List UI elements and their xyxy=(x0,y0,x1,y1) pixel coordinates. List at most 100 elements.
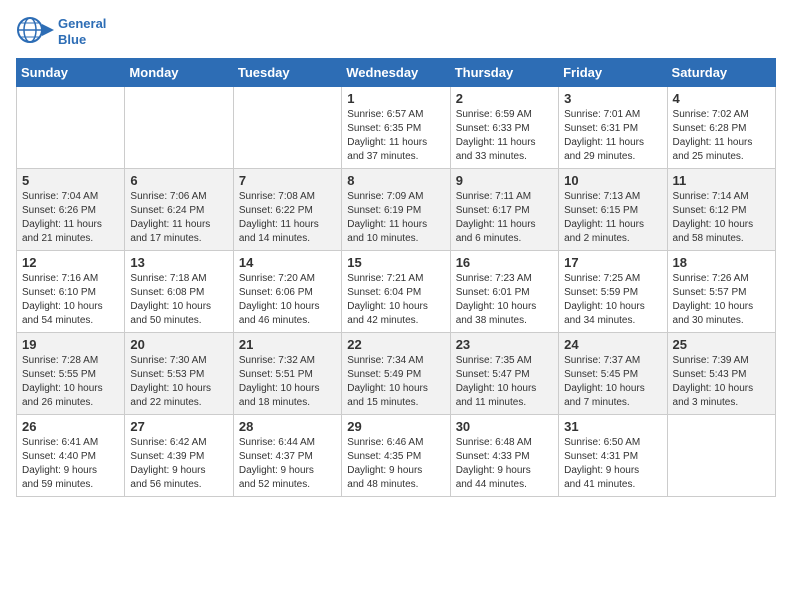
cell-daylight-info: Sunrise: 7:25 AMSunset: 5:59 PMDaylight:… xyxy=(564,272,661,328)
calendar-cell: 24 Sunrise: 7:37 AMSunset: 5:45 PMDayligh… xyxy=(559,333,667,415)
weekday-header: Sunday xyxy=(17,59,125,87)
cell-date-number: 18 xyxy=(673,255,770,270)
cell-daylight-info: Sunrise: 7:01 AMSunset: 6:31 PMDaylight:… xyxy=(564,108,661,164)
calendar-cell: 23 Sunrise: 7:35 AMSunset: 5:47 PMDayligh… xyxy=(450,333,558,415)
calendar-cell: 25 Sunrise: 7:39 AMSunset: 5:43 PMDayligh… xyxy=(667,333,775,415)
cell-daylight-info: Sunrise: 7:26 AMSunset: 5:57 PMDaylight:… xyxy=(673,272,770,328)
cell-date-number: 24 xyxy=(564,337,661,352)
cell-date-number: 2 xyxy=(456,91,553,106)
cell-daylight-info: Sunrise: 7:18 AMSunset: 6:08 PMDaylight:… xyxy=(130,272,227,328)
calendar-cell: 9 Sunrise: 7:11 AMSunset: 6:17 PMDaylight… xyxy=(450,169,558,251)
header-row: SundayMondayTuesdayWednesdayThursdayFrid… xyxy=(17,59,776,87)
cell-daylight-info: Sunrise: 7:04 AMSunset: 6:26 PMDaylight:… xyxy=(22,190,119,246)
cell-date-number: 28 xyxy=(239,419,336,434)
cell-date-number: 6 xyxy=(130,173,227,188)
cell-daylight-info: Sunrise: 6:50 AMSunset: 4:31 PMDaylight:… xyxy=(564,436,661,492)
calendar-cell: 14 Sunrise: 7:20 AMSunset: 6:06 PMDayligh… xyxy=(233,251,341,333)
calendar-cell: 22Sunrise: 7:34 AMSunset: 5:49 PMDayligh… xyxy=(342,333,450,415)
calendar-cell: 8Sunrise: 7:09 AMSunset: 6:19 PMDaylight… xyxy=(342,169,450,251)
cell-date-number: 13 xyxy=(130,255,227,270)
cell-date-number: 7 xyxy=(239,173,336,188)
cell-date-number: 17 xyxy=(564,255,661,270)
logo-globe-icon xyxy=(16,16,54,48)
logo: General Blue xyxy=(16,16,106,48)
cell-daylight-info: Sunrise: 6:57 AMSunset: 6:35 PMDaylight:… xyxy=(347,108,444,164)
calendar-cell: 5 Sunrise: 7:04 AMSunset: 6:26 PMDaylight… xyxy=(17,169,125,251)
calendar-week-row: 5 Sunrise: 7:04 AMSunset: 6:26 PMDaylight… xyxy=(17,169,776,251)
cell-date-number: 23 xyxy=(456,337,553,352)
cell-daylight-info: Sunrise: 7:08 AMSunset: 6:22 PMDaylight:… xyxy=(239,190,336,246)
cell-daylight-info: Sunrise: 7:20 AMSunset: 6:06 PMDaylight:… xyxy=(239,272,336,328)
header: General Blue xyxy=(16,16,776,48)
calendar-week-row: 19Sunrise: 7:28 AMSunset: 5:55 PMDayligh… xyxy=(17,333,776,415)
cell-daylight-info: Sunrise: 7:37 AMSunset: 5:45 PMDaylight:… xyxy=(564,354,661,410)
calendar-cell: 18 Sunrise: 7:26 AMSunset: 5:57 PMDayligh… xyxy=(667,251,775,333)
cell-date-number: 9 xyxy=(456,173,553,188)
cell-date-number: 8 xyxy=(347,173,444,188)
cell-daylight-info: Sunrise: 7:39 AMSunset: 5:43 PMDaylight:… xyxy=(673,354,770,410)
cell-date-number: 26 xyxy=(22,419,119,434)
calendar-cell: 11Sunrise: 7:14 AMSunset: 6:12 PMDayligh… xyxy=(667,169,775,251)
cell-date-number: 3 xyxy=(564,91,661,106)
cell-date-number: 31 xyxy=(564,419,661,434)
cell-daylight-info: Sunrise: 7:11 AMSunset: 6:17 PMDaylight:… xyxy=(456,190,553,246)
calendar-cell xyxy=(233,87,341,169)
cell-daylight-info: Sunrise: 7:32 AMSunset: 5:51 PMDaylight:… xyxy=(239,354,336,410)
calendar-cell: 30 Sunrise: 6:48 AMSunset: 4:33 PMDayligh… xyxy=(450,415,558,497)
cell-date-number: 20 xyxy=(130,337,227,352)
cell-daylight-info: Sunrise: 7:02 AMSunset: 6:28 PMDaylight:… xyxy=(673,108,770,164)
cell-date-number: 30 xyxy=(456,419,553,434)
calendar-cell: 3 Sunrise: 7:01 AMSunset: 6:31 PMDaylight… xyxy=(559,87,667,169)
cell-daylight-info: Sunrise: 6:59 AMSunset: 6:33 PMDaylight:… xyxy=(456,108,553,164)
logo-text: General Blue xyxy=(58,16,106,47)
cell-date-number: 5 xyxy=(22,173,119,188)
cell-date-number: 12 xyxy=(22,255,119,270)
cell-date-number: 10 xyxy=(564,173,661,188)
cell-daylight-info: Sunrise: 7:21 AMSunset: 6:04 PMDaylight:… xyxy=(347,272,444,328)
cell-daylight-info: Sunrise: 6:46 AMSunset: 4:35 PMDaylight:… xyxy=(347,436,444,492)
cell-date-number: 25 xyxy=(673,337,770,352)
calendar-cell: 13 Sunrise: 7:18 AMSunset: 6:08 PMDayligh… xyxy=(125,251,233,333)
calendar-cell: 15 Sunrise: 7:21 AMSunset: 6:04 PMDayligh… xyxy=(342,251,450,333)
calendar-cell xyxy=(17,87,125,169)
calendar-cell: 20 Sunrise: 7:30 AMSunset: 5:53 PMDayligh… xyxy=(125,333,233,415)
calendar-cell: 4 Sunrise: 7:02 AMSunset: 6:28 PMDaylight… xyxy=(667,87,775,169)
cell-date-number: 4 xyxy=(673,91,770,106)
weekday-header: Saturday xyxy=(667,59,775,87)
calendar-cell xyxy=(125,87,233,169)
cell-daylight-info: Sunrise: 7:13 AMSunset: 6:15 PMDaylight:… xyxy=(564,190,661,246)
cell-daylight-info: Sunrise: 7:34 AMSunset: 5:49 PMDaylight:… xyxy=(347,354,444,410)
cell-daylight-info: Sunrise: 7:30 AMSunset: 5:53 PMDaylight:… xyxy=(130,354,227,410)
weekday-header: Wednesday xyxy=(342,59,450,87)
calendar-week-row: 12 Sunrise: 7:16 AMSunset: 6:10 PMDayligh… xyxy=(17,251,776,333)
calendar-cell: 27 Sunrise: 6:42 AMSunset: 4:39 PMDayligh… xyxy=(125,415,233,497)
cell-daylight-info: Sunrise: 6:48 AMSunset: 4:33 PMDaylight:… xyxy=(456,436,553,492)
calendar-week-row: 1 Sunrise: 6:57 AMSunset: 6:35 PMDaylight… xyxy=(17,87,776,169)
cell-daylight-info: Sunrise: 7:06 AMSunset: 6:24 PMDaylight:… xyxy=(130,190,227,246)
cell-date-number: 14 xyxy=(239,255,336,270)
calendar-cell: 21 Sunrise: 7:32 AMSunset: 5:51 PMDayligh… xyxy=(233,333,341,415)
cell-daylight-info: Sunrise: 6:42 AMSunset: 4:39 PMDaylight:… xyxy=(130,436,227,492)
calendar-cell: 31 Sunrise: 6:50 AMSunset: 4:31 PMDayligh… xyxy=(559,415,667,497)
weekday-header: Monday xyxy=(125,59,233,87)
weekday-header: Friday xyxy=(559,59,667,87)
calendar-cell: 6 Sunrise: 7:06 AMSunset: 6:24 PMDaylight… xyxy=(125,169,233,251)
calendar: SundayMondayTuesdayWednesdayThursdayFrid… xyxy=(16,58,776,497)
cell-daylight-info: Sunrise: 7:16 AMSunset: 6:10 PMDaylight:… xyxy=(22,272,119,328)
calendar-cell: 17 Sunrise: 7:25 AMSunset: 5:59 PMDayligh… xyxy=(559,251,667,333)
cell-daylight-info: Sunrise: 7:23 AMSunset: 6:01 PMDaylight:… xyxy=(456,272,553,328)
cell-daylight-info: Sunrise: 6:44 AMSunset: 4:37 PMDaylight:… xyxy=(239,436,336,492)
cell-date-number: 15 xyxy=(347,255,444,270)
cell-date-number: 29 xyxy=(347,419,444,434)
cell-daylight-info: Sunrise: 6:41 AMSunset: 4:40 PMDaylight:… xyxy=(22,436,119,492)
weekday-header: Tuesday xyxy=(233,59,341,87)
calendar-cell: 26 Sunrise: 6:41 AMSunset: 4:40 PMDayligh… xyxy=(17,415,125,497)
cell-date-number: 1 xyxy=(347,91,444,106)
cell-date-number: 19 xyxy=(22,337,119,352)
cell-date-number: 21 xyxy=(239,337,336,352)
cell-date-number: 27 xyxy=(130,419,227,434)
calendar-cell: 10 Sunrise: 7:13 AMSunset: 6:15 PMDayligh… xyxy=(559,169,667,251)
calendar-cell: 2 Sunrise: 6:59 AMSunset: 6:33 PMDaylight… xyxy=(450,87,558,169)
cell-daylight-info: Sunrise: 7:35 AMSunset: 5:47 PMDaylight:… xyxy=(456,354,553,410)
cell-daylight-info: Sunrise: 7:14 AMSunset: 6:12 PMDaylight:… xyxy=(673,190,770,246)
